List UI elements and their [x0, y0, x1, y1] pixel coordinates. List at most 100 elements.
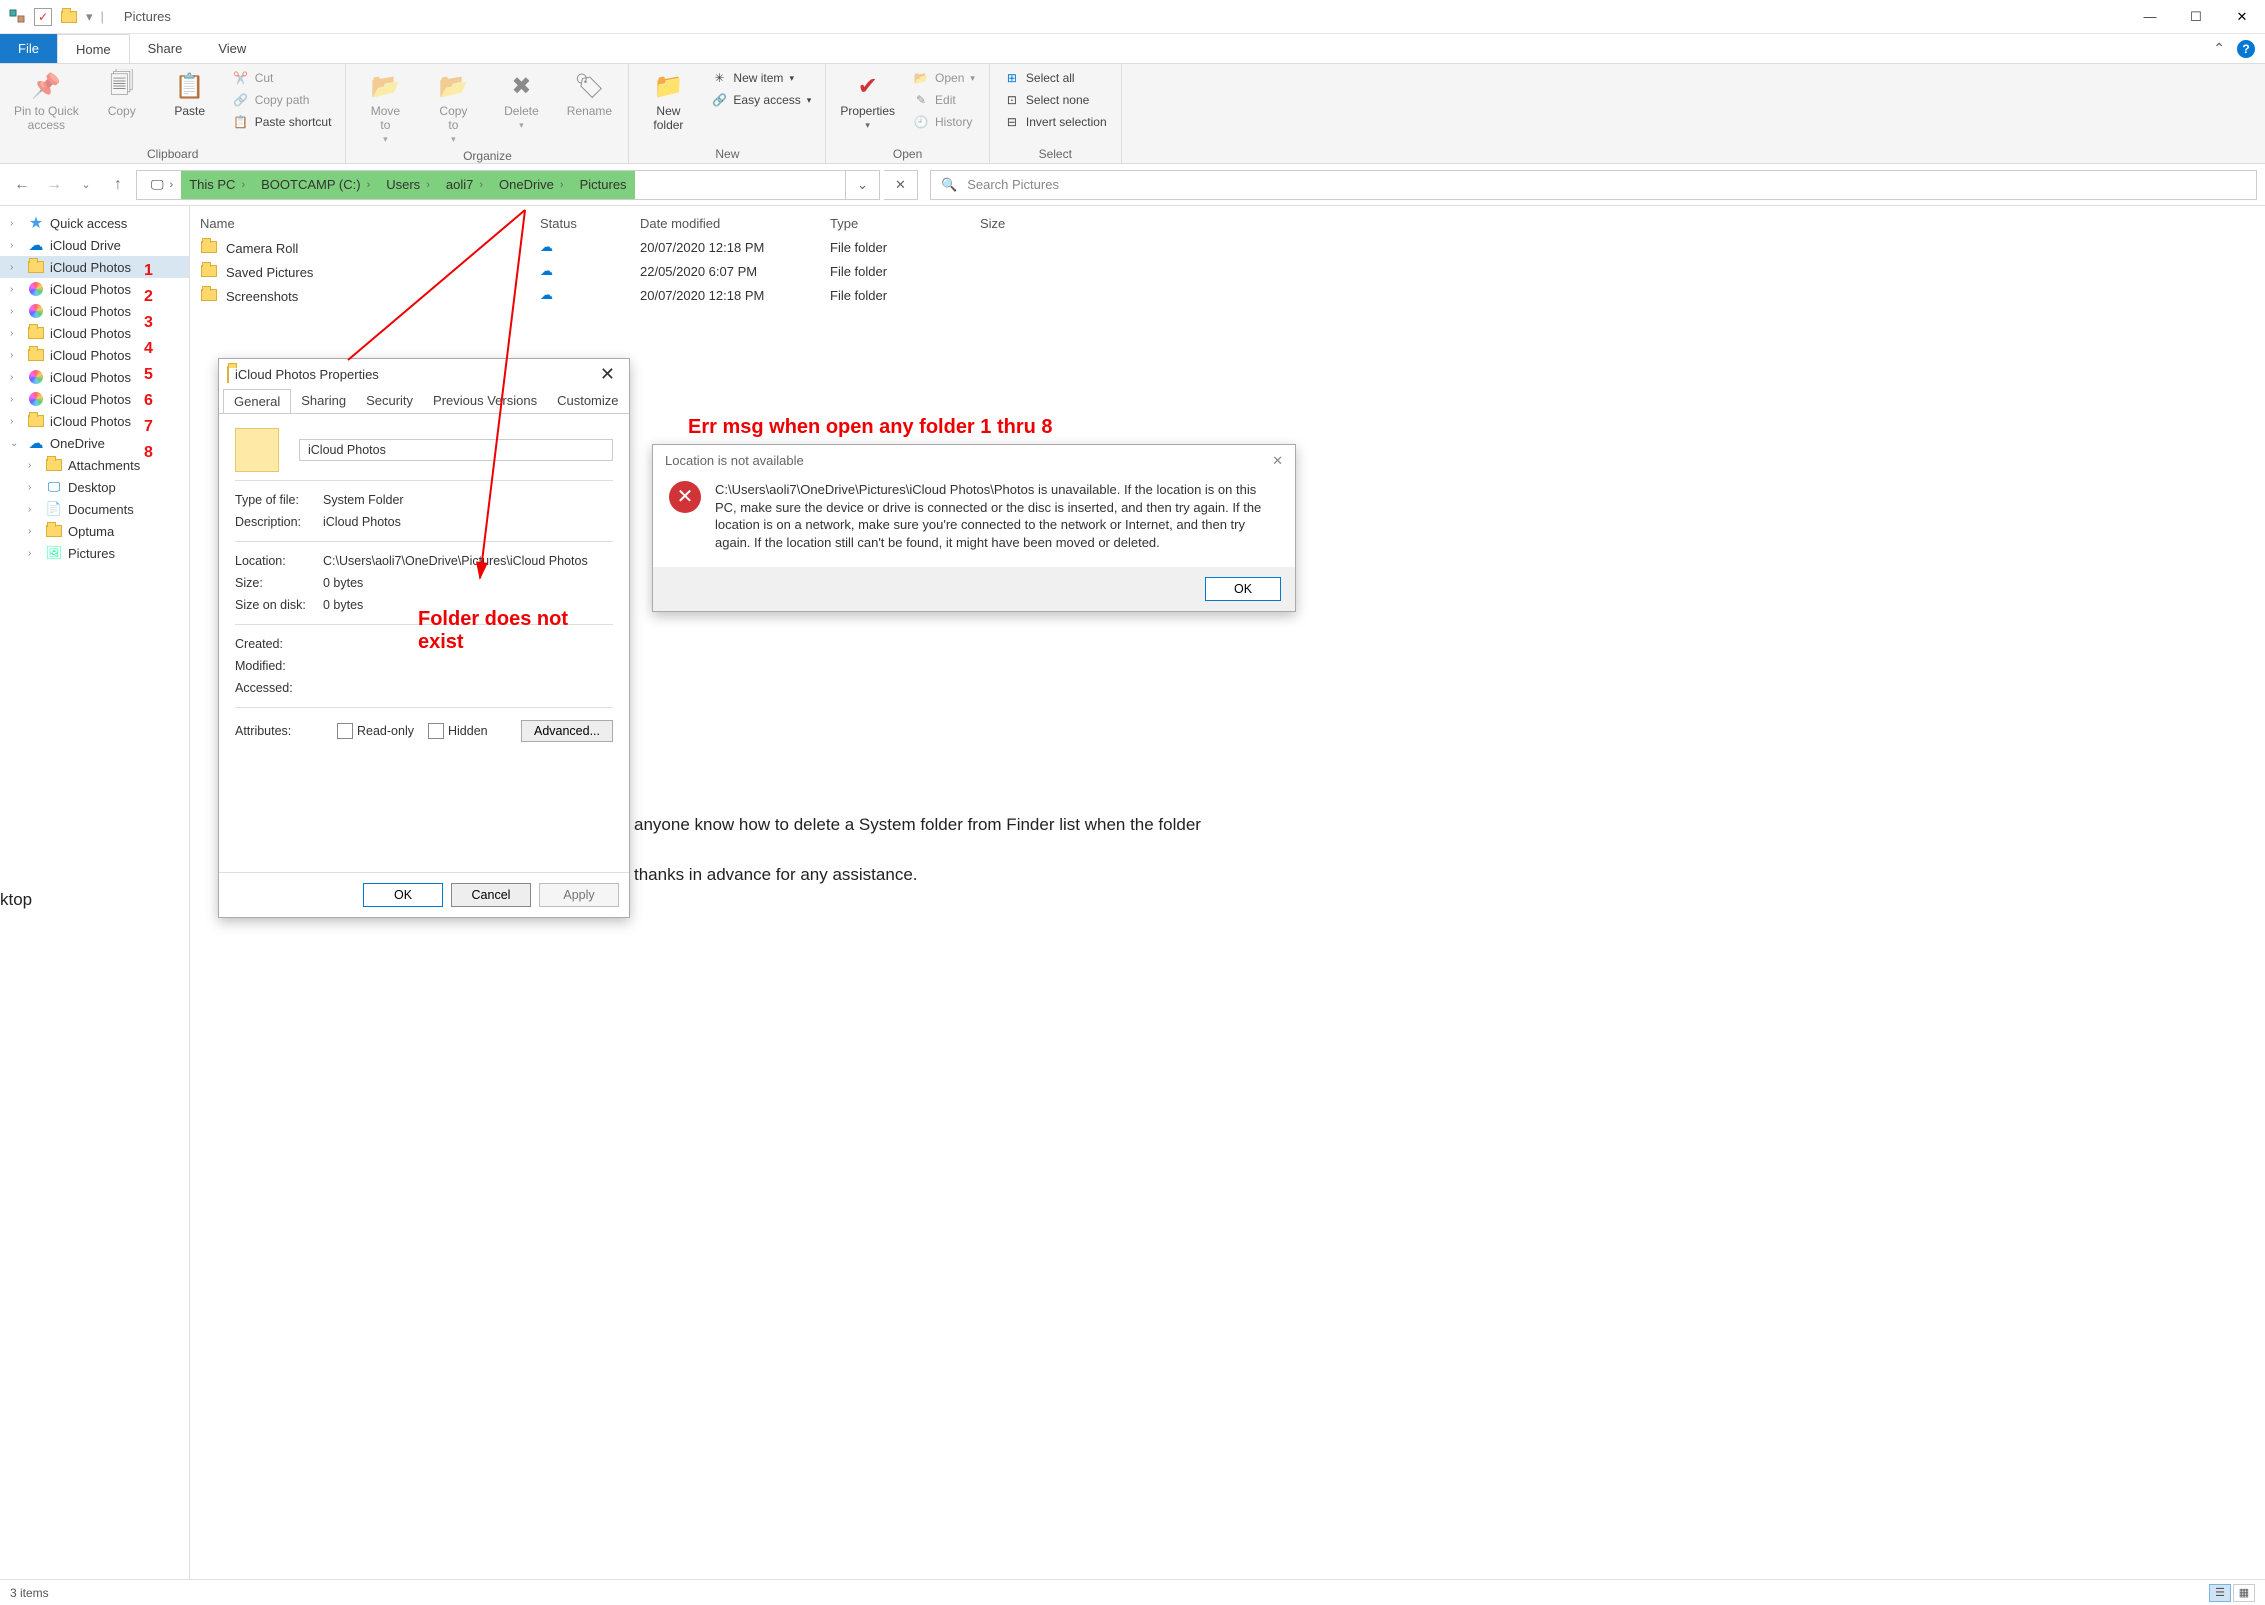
column-headers[interactable]: Name Status Date modified Type Size [200, 212, 2255, 235]
move-to-button[interactable]: 📂Move to▾ [356, 68, 414, 147]
qat-checkbox-icon[interactable]: ✓ [34, 8, 52, 26]
file-row[interactable]: Camera Roll ☁ 20/07/2020 12:18 PM File f… [200, 235, 2255, 259]
file-row[interactable]: Screenshots ☁ 20/07/2020 12:18 PM File f… [200, 283, 2255, 307]
qat-dropdown-icon[interactable]: ▾ [86, 9, 93, 25]
tree-icloud-photos-3[interactable]: ›iCloud Photos [0, 300, 189, 322]
breadcrumb-dropdown[interactable]: ⌄ [845, 171, 879, 199]
apply-button[interactable]: Apply [539, 883, 619, 907]
rename-button[interactable]: 🏷Rename [560, 68, 618, 120]
tree-onedrive[interactable]: ⌄☁OneDrive [0, 432, 189, 454]
search-input[interactable]: 🔍 Search Pictures [930, 170, 2257, 200]
star-icon: ★ [28, 215, 44, 231]
select-all-icon: ⊞ [1004, 70, 1020, 86]
pinwheel-icon [28, 369, 44, 385]
invert-selection-button[interactable]: ⊟Invert selection [1000, 112, 1111, 132]
paste-icon: 📋 [174, 70, 206, 102]
history-icon: 🕘 [913, 114, 929, 130]
group-label-select: Select [1000, 145, 1111, 161]
copy-button[interactable]: 🗐 Copy [93, 68, 151, 120]
crumb-onedrive[interactable]: OneDrive› [491, 171, 572, 199]
tree-quick-access[interactable]: ›★Quick access [0, 212, 189, 234]
tab-home[interactable]: Home [57, 34, 130, 63]
pin-to-quick-access-button[interactable]: 📌 Pin to Quick access [10, 68, 83, 134]
collapse-ribbon-icon[interactable]: ⌃ [2213, 40, 2225, 57]
clear-button[interactable]: ✕ [884, 170, 918, 200]
folder-name-input[interactable]: iCloud Photos [299, 439, 613, 461]
maximize-button[interactable]: ☐ [2173, 0, 2219, 34]
tree-icloud-photos-8[interactable]: ›iCloud Photos [0, 410, 189, 432]
tree-icloud-photos-7[interactable]: ›iCloud Photos [0, 388, 189, 410]
folder-icon [200, 262, 218, 280]
col-status: Status [540, 216, 640, 231]
copy-path-button[interactable]: 🔗Copy path [229, 90, 336, 110]
properties-tabs: General Sharing Security Previous Versio… [219, 389, 629, 414]
tree-icloud-photos-4[interactable]: ›iCloud Photos [0, 322, 189, 344]
history-button[interactable]: 🕘History [909, 112, 979, 132]
crumb-drive[interactable]: BOOTCAMP (C:)› [253, 171, 378, 199]
file-row[interactable]: Saved Pictures ☁ 22/05/2020 6:07 PM File… [200, 259, 2255, 283]
tree-icloud-photos-5[interactable]: ›iCloud Photos [0, 344, 189, 366]
crumb-thispc[interactable]: This PC› [181, 171, 253, 199]
tab-file[interactable]: File [0, 34, 57, 63]
edit-button[interactable]: ✎Edit [909, 90, 979, 110]
background-text-1: anyone know how to delete a System folde… [634, 815, 1201, 835]
crumb-users[interactable]: Users› [378, 171, 438, 199]
crumb-pictures[interactable]: Pictures [572, 171, 635, 199]
view-large-icons-button[interactable]: ▦ [2233, 1584, 2255, 1602]
tab-general[interactable]: General [223, 389, 291, 414]
qat-folder-icon[interactable] [60, 8, 78, 26]
new-folder-button[interactable]: 📁New folder [639, 68, 697, 134]
tab-security[interactable]: Security [356, 389, 423, 414]
tree-optuma[interactable]: ›Optuma [0, 520, 189, 542]
open-button[interactable]: 📂Open ▾ [909, 68, 979, 88]
hidden-checkbox[interactable]: Hidden [428, 723, 488, 739]
tree-icloud-photos-6[interactable]: ›iCloud Photos [0, 366, 189, 388]
back-button[interactable]: ← [8, 171, 36, 199]
crumb-user[interactable]: aoli7› [438, 171, 491, 199]
tree-attachments[interactable]: ›Attachments [0, 454, 189, 476]
breadcrumb-root[interactable]: 🖵› [143, 171, 181, 199]
tree-icloud-photos-2[interactable]: ›iCloud Photos [0, 278, 189, 300]
copy-to-button[interactable]: 📂Copy to▾ [424, 68, 482, 147]
tab-sharing[interactable]: Sharing [291, 389, 356, 414]
select-all-button[interactable]: ⊞Select all [1000, 68, 1111, 88]
readonly-checkbox[interactable]: Read-only [337, 723, 414, 739]
new-item-button[interactable]: ✳New item ▾ [707, 68, 815, 88]
forward-button[interactable]: → [40, 171, 68, 199]
ok-button[interactable]: OK [363, 883, 443, 907]
paste-button[interactable]: 📋 Paste [161, 68, 219, 120]
select-none-button[interactable]: ⊡Select none [1000, 90, 1111, 110]
col-type: Type [830, 216, 980, 231]
tab-customize[interactable]: Customize [547, 389, 628, 414]
view-details-button[interactable]: ☰ [2209, 1584, 2231, 1602]
ok-button[interactable]: OK [1205, 577, 1281, 601]
close-button[interactable]: ✕ [1272, 453, 1283, 469]
tab-previous-versions[interactable]: Previous Versions [423, 389, 547, 414]
properties-button[interactable]: ✔Properties▾ [836, 68, 899, 133]
folder-icon [200, 286, 218, 304]
tab-view[interactable]: View [200, 34, 264, 63]
background-text-2: thanks in advance for any assistance. [634, 865, 918, 885]
search-icon: 🔍 [941, 177, 957, 193]
advanced-button[interactable]: Advanced... [521, 720, 613, 742]
tab-share[interactable]: Share [130, 34, 201, 63]
easy-access-button[interactable]: 🔗Easy access ▾ [707, 90, 815, 110]
help-icon[interactable]: ? [2237, 40, 2255, 58]
minimize-button[interactable]: — [2127, 0, 2173, 34]
breadcrumb: 🖵› This PC› BOOTCAMP (C:)› Users› aoli7›… [136, 170, 880, 200]
tree-desktop[interactable]: ›🖵Desktop [0, 476, 189, 498]
close-button[interactable]: ✕ [2219, 0, 2265, 34]
recent-dropdown[interactable]: ⌄ [72, 171, 100, 199]
tree-documents[interactable]: ›📄Documents [0, 498, 189, 520]
tree-pictures[interactable]: ›🖼Pictures [0, 542, 189, 564]
tree-icloud-photos-1[interactable]: ›iCloud Photos [0, 256, 189, 278]
cancel-button[interactable]: Cancel [451, 883, 531, 907]
up-button[interactable]: ↑ [104, 171, 132, 199]
paste-shortcut-button[interactable]: 📋Paste shortcut [229, 112, 336, 132]
tree-icloud-drive[interactable]: ›☁iCloud Drive [0, 234, 189, 256]
delete-button[interactable]: ✖Delete▾ [492, 68, 550, 133]
folder-icon [28, 325, 44, 341]
rename-icon: 🏷 [573, 70, 605, 102]
close-button[interactable]: ✕ [594, 364, 621, 385]
cut-button[interactable]: ✂️Cut [229, 68, 336, 88]
